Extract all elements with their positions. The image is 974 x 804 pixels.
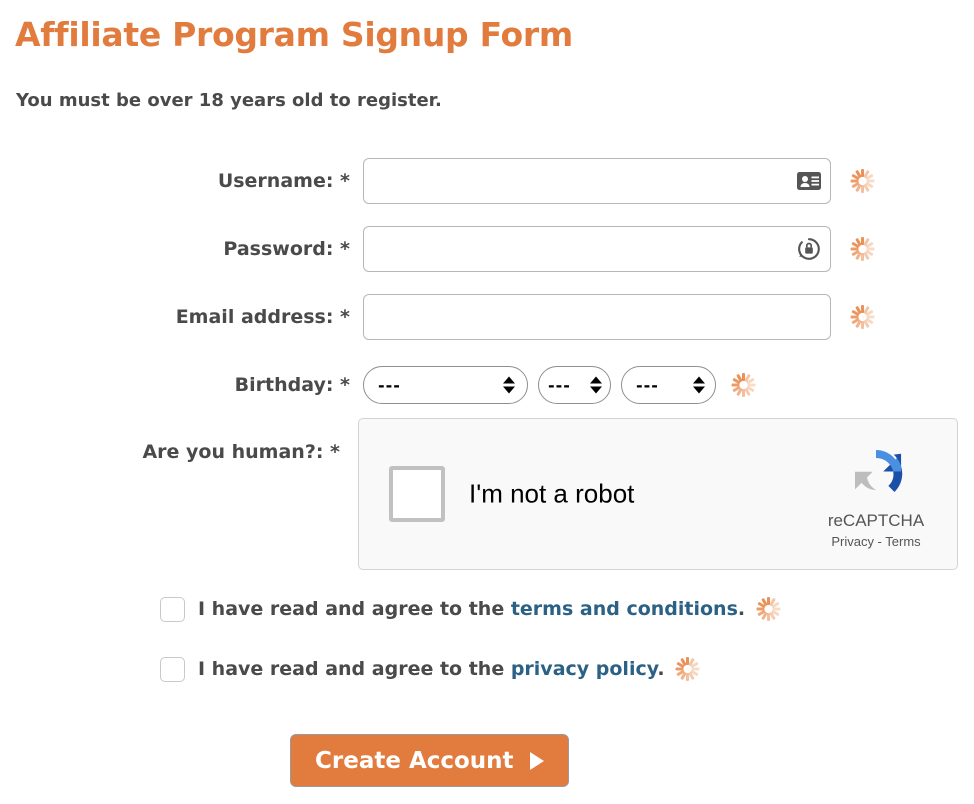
- terms-agreement-row: I have read and agree to the terms and c…: [160, 596, 781, 622]
- birthday-day-value: ---: [378, 375, 401, 395]
- username-loading-spinner: [849, 168, 875, 194]
- password-label: Password: *: [223, 238, 350, 260]
- lock-refresh-icon[interactable]: [796, 236, 822, 262]
- privacy-loading-spinner: [675, 656, 701, 682]
- privacy-agreement-text: I have read and agree to the privacy pol…: [198, 658, 665, 680]
- recaptcha-label: I'm not a robot: [469, 478, 635, 509]
- terms-checkbox[interactable]: [160, 596, 185, 622]
- terms-suffix: .: [737, 598, 746, 620]
- signup-form-page: Affiliate Program Signup Form You must b…: [0, 0, 974, 804]
- privacy-prefix: I have read and agree to the: [198, 658, 511, 680]
- email-label: Email address: *: [175, 306, 350, 328]
- privacy-agreement-row: I have read and agree to the privacy pol…: [160, 656, 701, 682]
- birthday-loading-spinner: [730, 372, 756, 398]
- privacy-checkbox[interactable]: [160, 656, 185, 682]
- human-label: Are you human?: *: [142, 441, 340, 463]
- chevron-updown-icon: [503, 376, 515, 394]
- email-loading-spinner: [849, 304, 875, 330]
- arrow-right-icon: [529, 751, 544, 770]
- create-account-label: Create Account: [315, 747, 514, 774]
- username-label: Username: *: [217, 170, 350, 192]
- create-account-button[interactable]: Create Account: [290, 734, 569, 787]
- privacy-suffix: .: [657, 658, 665, 680]
- recaptcha-legal-links[interactable]: Privacy - Terms: [811, 534, 941, 549]
- password-field-wrap: [363, 226, 831, 272]
- privacy-policy-link[interactable]: privacy policy: [511, 658, 658, 680]
- page-subtitle: You must be over 18 years old to registe…: [16, 90, 442, 111]
- password-loading-spinner: [849, 236, 875, 262]
- terms-prefix: I have read and agree to the: [198, 598, 511, 620]
- birthday-label: Birthday: *: [234, 374, 350, 396]
- chevron-updown-icon: [590, 376, 602, 394]
- email-row: Email address: *: [160, 294, 875, 340]
- birthday-month-select[interactable]: ---: [538, 366, 611, 404]
- recaptcha-brand-name: reCAPTCHA: [827, 511, 925, 530]
- terms-loading-spinner: [755, 596, 781, 622]
- birthday-day-select[interactable]: ---: [363, 366, 528, 404]
- page-title: Affiliate Program Signup Form: [15, 15, 573, 54]
- username-row: Username: *: [205, 158, 875, 204]
- birthday-year-select[interactable]: ---: [621, 366, 716, 404]
- password-input[interactable]: [363, 226, 831, 272]
- chevron-updown-icon: [693, 376, 705, 394]
- recaptcha-checkbox[interactable]: [389, 466, 445, 522]
- recaptcha-brand: reCAPTCHA Privacy - Terms: [811, 439, 941, 549]
- email-input[interactable]: [363, 294, 831, 340]
- birthday-row: Birthday: * --- --- ---: [220, 366, 756, 404]
- birthday-year-value: ---: [636, 375, 659, 395]
- terms-and-conditions-link[interactable]: terms and conditions: [511, 598, 738, 620]
- recaptcha-widget[interactable]: I'm not a robot reCAPTCHA Privacy - Term…: [358, 418, 958, 570]
- username-field-wrap: [363, 158, 831, 204]
- username-input[interactable]: [363, 158, 831, 204]
- id-card-icon[interactable]: [796, 168, 822, 194]
- email-field-wrap: [363, 294, 831, 340]
- birthday-month-value: ---: [548, 375, 571, 395]
- password-row: Password: *: [205, 226, 875, 272]
- terms-agreement-text: I have read and agree to the terms and c…: [198, 598, 745, 620]
- recaptcha-logo-icon: [855, 449, 903, 492]
